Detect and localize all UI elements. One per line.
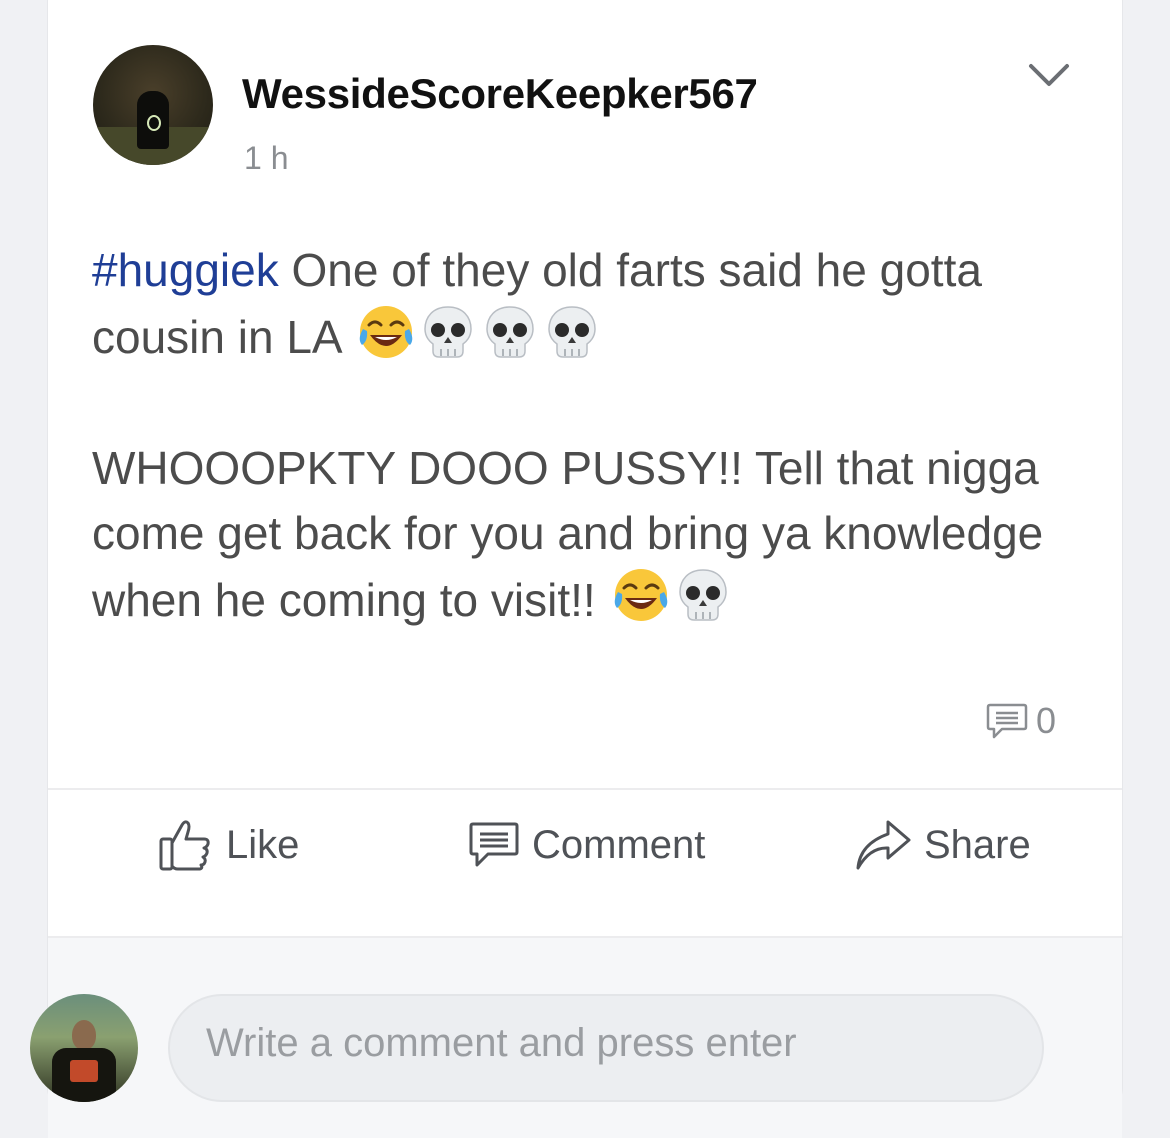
share-button[interactable]: Share: [854, 810, 1031, 880]
skull-icon: [486, 306, 534, 358]
author-avatar[interactable]: [93, 45, 213, 165]
post-card: WessideScoreKeepker567 1 h #huggiek One …: [48, 0, 1122, 1138]
comment-count-value: 0: [1036, 700, 1057, 741]
post-timestamp[interactable]: 1 h: [244, 140, 288, 177]
comment-bubble-icon: [469, 822, 519, 867]
face-with-tears-of-joy-icon: [359, 306, 413, 358]
comment-button[interactable]: Comment: [468, 810, 705, 880]
skull-icon: [548, 306, 596, 358]
comment-label: Comment: [532, 822, 706, 867]
skull-icon: [679, 569, 728, 621]
current-user-avatar[interactable]: [30, 994, 138, 1102]
comment-bubble-icon: [986, 703, 1028, 739]
action-bar: Like Comment Share: [48, 810, 1122, 880]
like-label: Like: [226, 822, 300, 867]
post-paragraph-2: WHOOOPKTY DOOO PUSSY!! Tell that nigga c…: [92, 436, 1052, 633]
avatar-shirt-print: [70, 1060, 98, 1082]
post-body: #huggiek One of they old farts said he g…: [92, 238, 1052, 633]
chevron-down-icon[interactable]: [1026, 60, 1072, 90]
like-button[interactable]: Like: [158, 810, 299, 880]
comment-input[interactable]: [168, 994, 1044, 1102]
share-label: Share: [924, 822, 1031, 867]
author-name[interactable]: WessideScoreKeepker567: [242, 70, 758, 118]
face-with-tears-of-joy-icon: [615, 569, 668, 621]
hashtag-link[interactable]: #huggiek: [92, 244, 279, 296]
post-paragraph-2-text: WHOOOPKTY DOOO PUSSY!! Tell that nigga c…: [92, 442, 1044, 626]
thumbs-up-icon: [159, 820, 210, 871]
skull-icon: [424, 306, 472, 358]
comment-count[interactable]: 0: [986, 700, 1056, 742]
post-paragraph-1: #huggiek One of they old farts said he g…: [92, 238, 1052, 370]
divider: [48, 788, 1122, 790]
share-arrow-icon: [856, 820, 911, 870]
avatar-head: [72, 1020, 96, 1050]
avatar-figure: [137, 91, 169, 149]
